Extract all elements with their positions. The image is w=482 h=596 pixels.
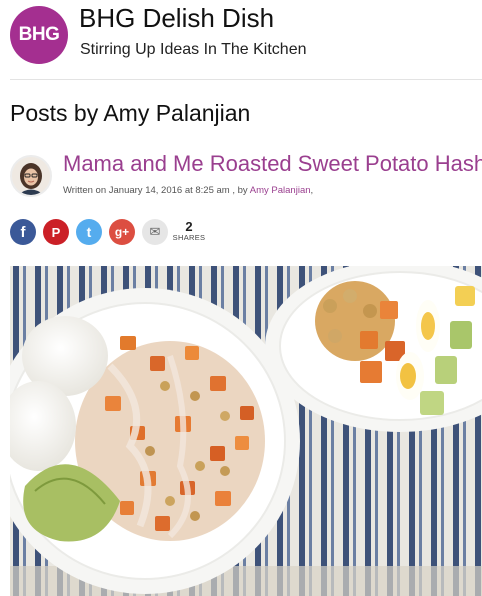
site-tagline: Stirring Up Ideas In The Kitchen bbox=[80, 41, 307, 58]
share-count: 2 SHARES bbox=[172, 220, 206, 242]
pinterest-share-button[interactable]: P bbox=[43, 219, 69, 245]
archive-heading: Posts by Amy Palanjian bbox=[10, 100, 251, 126]
twitter-share-button[interactable]: t bbox=[76, 219, 102, 245]
author-avatar[interactable] bbox=[10, 155, 52, 197]
site-title[interactable]: BHG Delish Dish bbox=[79, 3, 274, 34]
logo-text: BHG bbox=[18, 24, 60, 45]
google-plus-share-button[interactable]: g+ bbox=[109, 219, 135, 245]
site-logo[interactable]: BHG bbox=[10, 6, 68, 64]
share-count-label: SHARES bbox=[172, 233, 206, 242]
post-title-link[interactable]: Mama and Me Roasted Sweet Potato Hash wi… bbox=[63, 151, 482, 177]
google-plus-icon: g+ bbox=[114, 225, 130, 239]
header-divider bbox=[10, 79, 482, 80]
author-link[interactable]: Amy Palanjian bbox=[250, 185, 311, 196]
twitter-icon: t bbox=[86, 224, 92, 240]
share-count-number: 2 bbox=[185, 219, 193, 234]
meta-suffix: , bbox=[310, 185, 314, 196]
share-bar: f P t g+ ✉ 2 SHARES bbox=[10, 219, 310, 245]
food-photo bbox=[10, 266, 482, 596]
post-meta: Written on January 14, 2016 at 8:25 am ,… bbox=[63, 185, 313, 196]
pinterest-icon: P bbox=[51, 224, 61, 240]
facebook-icon: f bbox=[20, 223, 26, 241]
email-share-button[interactable]: ✉ bbox=[142, 219, 168, 245]
facebook-share-button[interactable]: f bbox=[10, 219, 36, 245]
site-header: BHG BHG Delish Dish Stirring Up Ideas In… bbox=[0, 0, 482, 80]
post-featured-image[interactable] bbox=[10, 266, 482, 596]
post-date: Written on January 14, 2016 at 8:25 am ,… bbox=[63, 185, 250, 196]
post-header: Mama and Me Roasted Sweet Potato Hash wi… bbox=[0, 148, 482, 208]
email-icon: ✉ bbox=[149, 224, 161, 239]
